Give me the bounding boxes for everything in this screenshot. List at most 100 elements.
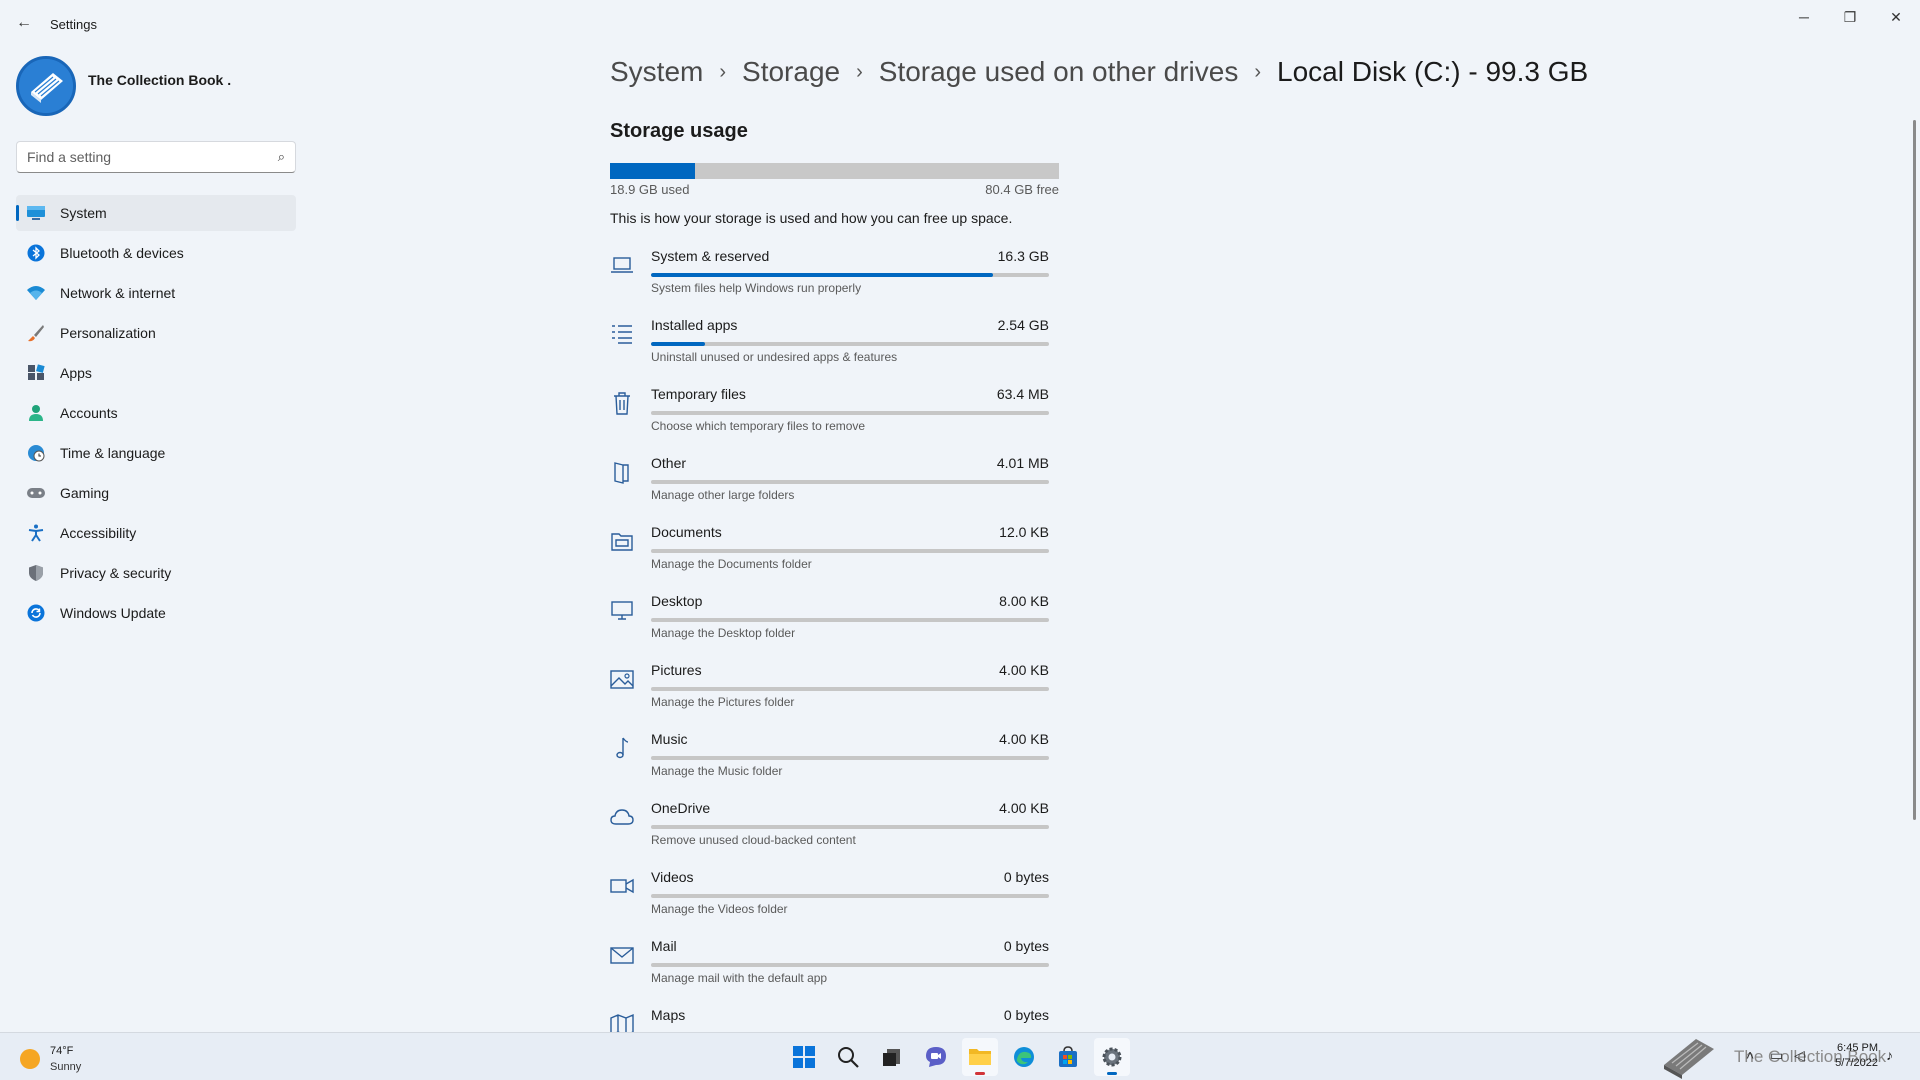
notification-icon[interactable]: ♪ xyxy=(1886,1047,1893,1063)
category-temporary-files[interactable]: Temporary files 63.4 MB Choose which tem… xyxy=(610,382,1050,451)
page-title: Local Disk (C:) - 99.3 GB xyxy=(1277,56,1589,87)
search-input[interactable] xyxy=(27,149,257,165)
sidebar-item-privacy[interactable]: Privacy & security xyxy=(16,555,296,591)
file-explorer-icon[interactable] xyxy=(962,1038,998,1076)
sidebar-item-label: Apps xyxy=(60,365,92,381)
sidebar-item-windows-update[interactable]: Windows Update xyxy=(16,595,296,631)
category-description: Manage mail with the default app xyxy=(651,971,828,985)
category-documents[interactable]: Documents 12.0 KB Manage the Documents f… xyxy=(610,520,1050,589)
teams-chat-icon[interactable] xyxy=(918,1038,954,1076)
globe-clock-icon xyxy=(26,443,46,463)
clock[interactable]: 6:45 PM 5/7/2022 xyxy=(1820,1041,1878,1071)
category-description: Manage the Desktop folder xyxy=(651,626,796,640)
taskbar-apps xyxy=(786,1038,1130,1076)
category-description: Manage the Pictures folder xyxy=(651,695,795,709)
category-bar xyxy=(651,342,1049,346)
category-music[interactable]: Music 4.00 KB Manage the Music folder xyxy=(610,727,1050,796)
sidebar-item-accessibility[interactable]: Accessibility xyxy=(16,515,296,551)
chevron-up-icon[interactable]: ˄ xyxy=(1746,1047,1754,1063)
breadcrumb: System › Storage › Storage used on other… xyxy=(610,56,1588,88)
list-icon xyxy=(612,325,632,344)
breadcrumb-system[interactable]: System xyxy=(610,56,703,88)
sidebar-item-bluetooth[interactable]: Bluetooth & devices xyxy=(16,235,296,271)
sidebar-item-network[interactable]: Network & internet xyxy=(16,275,296,311)
category-size: 0 bytes xyxy=(1003,938,1049,954)
store-icon[interactable] xyxy=(1050,1038,1086,1076)
category-pictures[interactable]: Pictures 4.00 KB Manage the Pictures fol… xyxy=(610,658,1050,727)
weather-condition: Sunny xyxy=(50,1061,82,1073)
settings-icon[interactable] xyxy=(1094,1038,1130,1076)
category-name: Temporary files xyxy=(651,386,746,402)
category-installed-apps[interactable]: Installed apps 2.54 GB Uninstall unused … xyxy=(610,313,1050,382)
sun-icon xyxy=(20,1049,40,1069)
active-indicator xyxy=(16,205,19,221)
category-name: System & reserved xyxy=(651,248,770,264)
apps-icon xyxy=(26,363,46,383)
storage-usage-fill xyxy=(610,163,696,179)
category-size: 4.01 MB xyxy=(996,455,1049,471)
sidebar-item-system[interactable]: System xyxy=(16,195,296,231)
running-indicator xyxy=(975,1072,985,1075)
category-name: Videos xyxy=(651,869,694,885)
mail-icon xyxy=(610,947,634,964)
category-onedrive[interactable]: OneDrive 4.00 KB Remove unused cloud-bac… xyxy=(610,796,1050,865)
search-box[interactable]: ⌕ xyxy=(16,141,296,173)
video-icon xyxy=(610,878,634,894)
edge-icon[interactable] xyxy=(1006,1038,1042,1076)
windows-start-icon[interactable] xyxy=(786,1038,822,1076)
restore-button[interactable]: ❐ xyxy=(1828,6,1872,28)
category-size: 12.0 KB xyxy=(999,524,1049,540)
category-bar xyxy=(651,963,1049,967)
sidebar-item-label: Bluetooth & devices xyxy=(60,245,184,261)
category-description: Manage the Documents folder xyxy=(651,557,812,571)
breadcrumb-other-drives[interactable]: Storage used on other drives xyxy=(879,56,1239,88)
sidebar-item-time-language[interactable]: Time & language xyxy=(16,435,296,471)
chevron-right-icon: › xyxy=(856,60,863,83)
sidebar-item-personalization[interactable]: Personalization xyxy=(16,315,296,351)
category-system-reserved[interactable]: System & reserved 16.3 GB System files h… xyxy=(610,244,1050,313)
book-watermark-icon xyxy=(1664,1039,1714,1079)
sidebar-item-apps[interactable]: Apps xyxy=(16,355,296,391)
category-bar-fill xyxy=(651,273,994,277)
category-size: 2.54 GB xyxy=(997,317,1049,333)
close-button[interactable]: ✕ xyxy=(1874,6,1918,28)
sidebar-item-label: Gaming xyxy=(60,485,110,501)
profile-name: The Collection Book . xyxy=(88,72,232,88)
network-tray-icon[interactable]: ▭ xyxy=(1770,1047,1783,1064)
category-bar xyxy=(651,687,1049,691)
category-mail[interactable]: Mail 0 bytes Manage mail with the defaul… xyxy=(610,934,1050,1003)
clock-time: 6:45 PM xyxy=(1837,1042,1878,1054)
sidebar-item-label: Time & language xyxy=(60,445,166,461)
category-size: 63.4 MB xyxy=(996,386,1049,402)
sidebar-item-label: Privacy & security xyxy=(60,565,172,581)
sidebar-item-accounts[interactable]: Accounts xyxy=(16,395,296,431)
task-view-icon[interactable] xyxy=(874,1038,910,1076)
monitor-icon xyxy=(26,203,46,223)
category-name: Desktop xyxy=(651,593,703,609)
volume-icon[interactable]: ◁ xyxy=(1794,1047,1805,1064)
category-description: Remove unused cloud-backed content xyxy=(651,833,856,847)
category-desktop[interactable]: Desktop 8.00 KB Manage the Desktop folde… xyxy=(610,589,1050,658)
search-icon[interactable]: ⌕ xyxy=(278,149,285,165)
section-title: Storage usage xyxy=(610,120,748,142)
category-size: 0 bytes xyxy=(1003,869,1049,885)
brush-icon xyxy=(26,323,46,343)
title-bar: ← Settings ─ ❐ ✕ xyxy=(0,0,1920,48)
bluetooth-icon xyxy=(26,243,46,263)
search-icon[interactable] xyxy=(830,1038,866,1076)
person-icon xyxy=(26,403,46,423)
category-videos[interactable]: Videos 0 bytes Manage the Videos folder xyxy=(610,865,1050,934)
category-other[interactable]: Other 4.01 MB Manage other large folders xyxy=(610,451,1050,520)
used-label: 18.9 GB used xyxy=(610,182,690,197)
minimize-button[interactable]: ─ xyxy=(1782,6,1826,28)
picture-icon xyxy=(610,670,634,689)
scrollbar[interactable] xyxy=(1913,120,1916,820)
sidebar-item-label: Accounts xyxy=(60,405,118,421)
category-size: 8.00 KB xyxy=(999,593,1049,609)
breadcrumb-storage[interactable]: Storage xyxy=(742,56,840,88)
avatar[interactable] xyxy=(16,56,76,116)
category-description: Uninstall unused or undesired apps & fea… xyxy=(651,350,898,364)
sidebar-item-gaming[interactable]: Gaming xyxy=(16,475,296,511)
back-button[interactable]: ← xyxy=(14,13,34,33)
documents-icon xyxy=(611,533,633,551)
